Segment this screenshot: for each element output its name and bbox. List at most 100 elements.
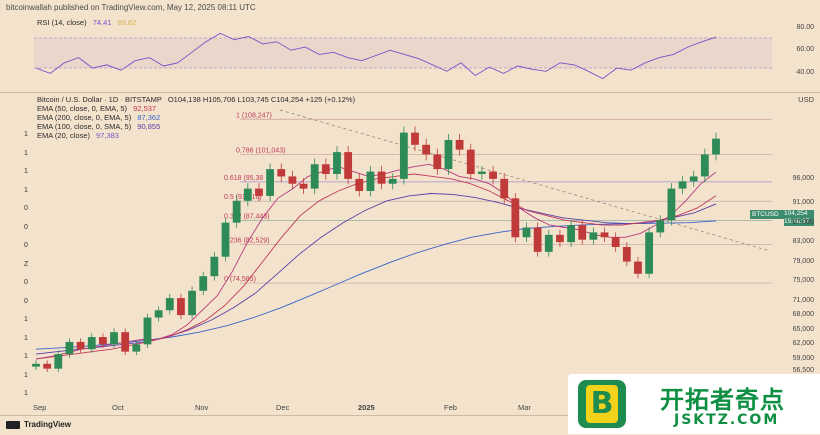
time-label-oct: Oct	[112, 403, 124, 412]
watermark-title: 开拓者奇点	[660, 386, 785, 414]
candles-group	[32, 126, 720, 372]
currency-label[interactable]: USD	[798, 95, 814, 104]
time-label-sep: Sep	[33, 403, 47, 412]
ema50-line	[35, 173, 717, 360]
candle-body	[333, 152, 341, 174]
left-tick-label: 1	[24, 353, 28, 360]
tradingview-logo-icon	[6, 420, 20, 429]
price-axis-label: 59,000	[792, 354, 814, 362]
candle-body	[712, 138, 720, 155]
candle-body	[121, 332, 130, 352]
watermark-logo: B	[578, 380, 626, 428]
left-tick-label: Z	[24, 260, 29, 268]
price-axis-label: 91,000	[792, 199, 814, 207]
ema100-line	[35, 193, 717, 355]
candle-body	[478, 171, 486, 174]
candle-body	[667, 188, 676, 221]
left-tick-label: 1	[24, 149, 28, 157]
rsi-band	[34, 38, 772, 68]
price-axis-bg	[780, 93, 820, 399]
time-label-nov: Nov	[195, 403, 209, 412]
main-chart-pane[interactable]: 1 (108,247) 0.786 (101,043) 0.618 (95,38 0.…	[0, 93, 820, 399]
candle-body	[321, 164, 330, 174]
candle-body	[366, 171, 375, 192]
candle-body	[98, 337, 107, 345]
candle-body	[65, 341, 74, 355]
rsi-level-40: 40.00	[796, 69, 814, 76]
legend-ema20[interactable]: EMA (20, close) 97,383	[37, 131, 119, 140]
symbol-label: Bitcoin / U.S. Dollar · 1D · BITSTAMP	[37, 95, 162, 104]
rsi-level-60: 60.00	[796, 46, 814, 53]
legend-ema200-value: 87,362	[137, 113, 161, 122]
time-label-feb: Feb	[444, 403, 457, 412]
left-tick-label: 1	[24, 186, 28, 194]
candle-body	[700, 154, 709, 177]
fib-retracement: 1 (108,247) 0.786 (101,043) 0.618 (95,38 0.…	[224, 112, 772, 284]
left-tick-label: 0	[24, 297, 28, 305]
price-axis-label: 83,000	[792, 238, 814, 246]
time-label-2025: 2025	[358, 403, 375, 412]
candle-body	[544, 234, 553, 252]
rsi-pane[interactable]: RSI (14, close) 74.41 69.62 80.00 60.00 …	[0, 16, 820, 92]
last-price-value: 104,254	[784, 210, 808, 217]
candle-body	[411, 132, 419, 145]
candle-body	[522, 227, 531, 238]
candle-body	[399, 132, 408, 179]
candle-body	[266, 169, 274, 196]
fib-level-label: 0.382 (87,443)	[224, 214, 270, 221]
candle-body	[344, 152, 353, 179]
candle-body	[444, 139, 453, 170]
legend-ema200[interactable]: EMA (200, close, 0, EMA, 5) 87,362	[37, 113, 160, 122]
candle-body	[645, 232, 654, 274]
main-chart-svg: 1 (108,247) 0.786 (101,043) 0.618 (95,38 0.…	[32, 93, 820, 399]
candle-body	[589, 232, 598, 240]
candle-body	[221, 222, 230, 257]
tradingview-brand[interactable]: TradingView	[6, 420, 71, 429]
left-tick-label: 0	[24, 242, 28, 249]
candle-body	[43, 363, 52, 369]
candle-body	[110, 332, 118, 345]
ohlc-values: O104,138 H105,706 L103,745 C104,254 +125…	[167, 95, 356, 104]
time-label-mar: Mar	[518, 403, 531, 412]
price-axis-label: 62,000	[792, 340, 814, 348]
legend-ema50[interactable]: EMA (50, close, 0, EMA, 5) 92,537	[37, 104, 156, 113]
candle-body	[54, 354, 63, 369]
candle-body	[377, 171, 386, 184]
candle-body	[277, 169, 286, 177]
candle-body	[32, 363, 40, 367]
candle-body	[177, 298, 185, 316]
watermark-sub: JSKTZ.COM	[674, 412, 780, 428]
ema20-line	[35, 163, 717, 360]
watermark: B 开拓者奇点 JSKTZ.COM	[568, 374, 820, 434]
legend-ema100-label: EMA (100, close, 0, SMA, 5)	[37, 122, 132, 131]
candle-body	[210, 256, 219, 277]
candle-body	[165, 298, 174, 311]
candle-body	[622, 247, 631, 262]
left-tick-label: 1	[24, 334, 28, 342]
left-tick-label: 0	[24, 223, 28, 231]
rsi-level-80: 80.00	[796, 24, 814, 31]
candle-body	[143, 317, 152, 345]
candle-body	[466, 149, 475, 174]
legend-ema200-label: EMA (200, close, 0, EMA, 5)	[37, 113, 132, 122]
candle-body	[422, 144, 431, 155]
candle-body	[689, 176, 698, 182]
candle-body	[578, 225, 587, 240]
candle-body	[255, 188, 263, 196]
candle-body	[433, 154, 442, 170]
rsi-legend: RSI (14, close) 74.41 69.62	[37, 18, 136, 27]
candle-body	[154, 310, 163, 318]
candle-body	[600, 232, 609, 238]
candle-body	[288, 176, 297, 184]
time-label-dec: Dec	[276, 403, 290, 412]
rsi-value: 74.41	[92, 18, 112, 27]
legend-ema20-label: EMA (20, close)	[37, 131, 90, 140]
candle-body	[489, 171, 497, 179]
candle-body	[87, 337, 96, 350]
price-axis-label: 65,000	[792, 325, 814, 333]
price-axis-label: 79,000	[792, 257, 814, 265]
fib-level-label: 0.786 (101,043)	[236, 147, 285, 154]
candle-body	[556, 234, 564, 243]
legend-ema100[interactable]: EMA (100, close, 0, SMA, 5) 90,855	[37, 122, 160, 131]
legend-ema50-value: 92,537	[133, 104, 157, 113]
